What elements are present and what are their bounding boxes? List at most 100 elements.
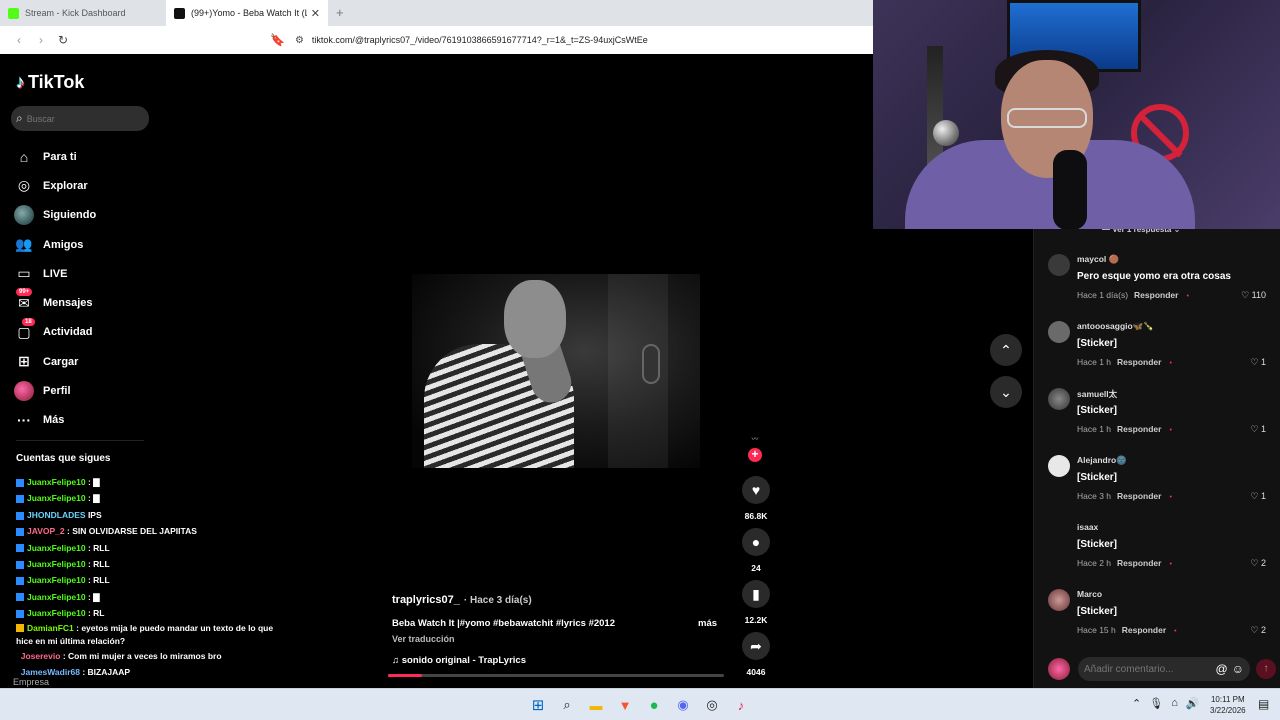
notifications-icon[interactable]: ▤: [1258, 697, 1269, 711]
post-comment-button[interactable]: ↑: [1256, 659, 1276, 679]
nav-cargar[interactable]: ⊞ Cargar: [14, 347, 96, 376]
microphone-icon[interactable]: 🎙: [1149, 697, 1163, 710]
discord-icon[interactable]: ◉: [671, 693, 695, 717]
video-progress-bar[interactable]: [388, 674, 724, 677]
comment-like-button[interactable]: ♡ 110: [1241, 290, 1266, 301]
comment-like-button[interactable]: ♡ 2: [1250, 558, 1266, 569]
nav-para-ti[interactable]: ⌂ Para ti: [14, 142, 96, 171]
comment-input-box[interactable]: @ ☺: [1078, 657, 1250, 681]
back-icon[interactable]: ‹: [8, 33, 30, 47]
author-name[interactable]: traplyrics07_: [392, 594, 460, 606]
search-box[interactable]: ⌕: [11, 106, 149, 131]
tiktok-logo[interactable]: ♪ TikTok: [16, 72, 84, 93]
commenter-name[interactable]: samuell太: [1077, 388, 1117, 400]
comment-like-button[interactable]: ♡ 1: [1250, 491, 1266, 502]
commenter-name[interactable]: maycol 🟤: [1077, 254, 1119, 265]
search-icon[interactable]: ⌕: [555, 693, 579, 717]
see-translation-link[interactable]: Ver traducción: [392, 634, 455, 644]
browser-toolbar: ‹ › ↻ 🔖 ⚙ tiktok.com/@traplyrics07_/vide…: [0, 26, 874, 54]
next-video-button[interactable]: ⌄: [990, 376, 1022, 408]
like-button[interactable]: ♥ 86.8K: [741, 476, 771, 521]
windows-start-icon[interactable]: ⊞: [526, 693, 550, 717]
compass-icon: ◎: [17, 177, 31, 194]
nav-perfil[interactable]: · Perfil: [14, 376, 96, 405]
address-bar[interactable]: tiktok.com/@traplyrics07_/video/76191038…: [312, 35, 648, 45]
webcam-disco-ball: [933, 120, 959, 146]
reply-button[interactable]: Responder: [1117, 357, 1161, 367]
comment-count: 24: [751, 563, 761, 573]
bookmark-icon[interactable]: 🔖: [270, 33, 285, 47]
nav-mensajes[interactable]: ✉ 99+ Mensajes: [14, 288, 96, 317]
commenter-avatar[interactable]: [1048, 455, 1070, 477]
previous-video-button[interactable]: ⌃: [990, 334, 1022, 366]
nav-mas[interactable]: ··· Más: [14, 406, 96, 435]
comment-input[interactable]: [1084, 663, 1212, 675]
nav-siguiendo[interactable]: Siguiendo: [14, 201, 96, 230]
brave-browser-icon[interactable]: ▼: [613, 693, 637, 717]
reload-icon[interactable]: ↻: [52, 33, 74, 47]
emoji-icon[interactable]: ☺: [1232, 662, 1244, 676]
forward-icon[interactable]: ›: [30, 33, 52, 47]
main-nav: ⌂ Para ti ◎ Explorar Siguiendo 👥 Amigos …: [14, 142, 96, 435]
commenter-name[interactable]: Alejandro🌚: [1077, 455, 1127, 466]
footer-empresa[interactable]: Empresa: [13, 677, 49, 687]
taskbar-clock[interactable]: 10:11 PM 3/22/2026: [1210, 694, 1246, 716]
nav-explorar[interactable]: ◎ Explorar: [14, 171, 96, 200]
commenter-avatar[interactable]: [1048, 589, 1070, 611]
commenter-avatar[interactable]: [1048, 321, 1070, 343]
volume-icon[interactable]: 🔊: [1186, 697, 1200, 710]
reply-button[interactable]: Responder: [1117, 558, 1161, 568]
creator-liked-icon: •: [1186, 293, 1189, 300]
save-button[interactable]: ▮ 12.2K: [741, 580, 771, 625]
tab-tiktok-video[interactable]: (99+)Yomo - Beba Watch It (Lyric ✕: [166, 0, 328, 26]
heart-icon: ♥: [742, 476, 770, 504]
tab-kick-dashboard[interactable]: Stream - Kick Dashboard: [0, 0, 166, 26]
new-tab-icon[interactable]: +: [328, 0, 352, 26]
mention-icon[interactable]: @: [1216, 662, 1228, 676]
comment-like-button[interactable]: ♡ 1: [1250, 357, 1266, 368]
chevron-up-icon[interactable]: ⌃: [1132, 697, 1141, 710]
commenter-name[interactable]: antooosaggio🦋🍾: [1077, 321, 1154, 332]
comment-like-button[interactable]: ♡ 2: [1250, 625, 1266, 636]
sound-link[interactable]: ♫ sonido original - TrapLyrics: [392, 655, 526, 666]
my-avatar: [1048, 658, 1070, 680]
commenter-name[interactable]: Marco: [1077, 589, 1102, 599]
comment-like-button[interactable]: ♡ 1: [1250, 424, 1266, 435]
follow-plus-icon[interactable]: +: [748, 448, 762, 462]
nav-amigos[interactable]: 👥 Amigos: [14, 230, 96, 259]
obs-icon[interactable]: ◎: [700, 693, 724, 717]
webcam-overlay: [873, 0, 1280, 229]
nav-live[interactable]: ▭ LIVE: [14, 259, 96, 288]
caption-more-link[interactable]: más: [698, 618, 717, 629]
share-button[interactable]: ➦ 4046: [741, 632, 771, 677]
nav-actividad[interactable]: ▢ 18 Actividad: [14, 317, 96, 347]
reply-button[interactable]: Responder: [1117, 424, 1161, 434]
commenter-name[interactable]: isaax: [1077, 522, 1098, 532]
stream-chat-overlay: JuanxFelipe10 : ▇ JuanxFelipe10 : ▇ JHON…: [16, 474, 286, 680]
comment-meta: Hace 1 h Responder •: [1077, 357, 1172, 367]
reply-button[interactable]: Responder: [1122, 625, 1166, 635]
nav-label: Para ti: [43, 150, 77, 163]
video-player[interactable]: [412, 274, 700, 468]
nav-label: Amigos: [43, 238, 84, 251]
spotify-icon[interactable]: ●: [642, 693, 666, 717]
site-settings-icon[interactable]: ⚙: [295, 35, 304, 46]
close-icon[interactable]: ✕: [311, 7, 320, 20]
chevron-up-icon: ⌃: [1000, 341, 1012, 358]
comment-button[interactable]: ● 24: [741, 528, 771, 573]
search-input[interactable]: [26, 113, 137, 124]
author-avatar[interactable]: 〰: [742, 434, 768, 444]
chat-badge-icon: [16, 593, 24, 602]
commenter-avatar[interactable]: [1048, 522, 1070, 544]
file-explorer-icon[interactable]: ▬: [584, 693, 608, 717]
commenter-avatar[interactable]: [1048, 254, 1070, 276]
reply-button[interactable]: Responder: [1134, 290, 1178, 300]
chat-badge-icon: [16, 495, 24, 504]
arrow-up-icon: ↑: [1263, 663, 1269, 674]
reply-button[interactable]: Responder: [1117, 491, 1161, 501]
comment-text: [Sticker]: [1077, 472, 1118, 483]
commenter-avatar[interactable]: [1048, 388, 1070, 410]
network-icon[interactable]: ⌂: [1171, 697, 1178, 710]
streamer-glasses: [1007, 108, 1087, 128]
tiktok-app-icon[interactable]: ♪: [729, 693, 753, 717]
